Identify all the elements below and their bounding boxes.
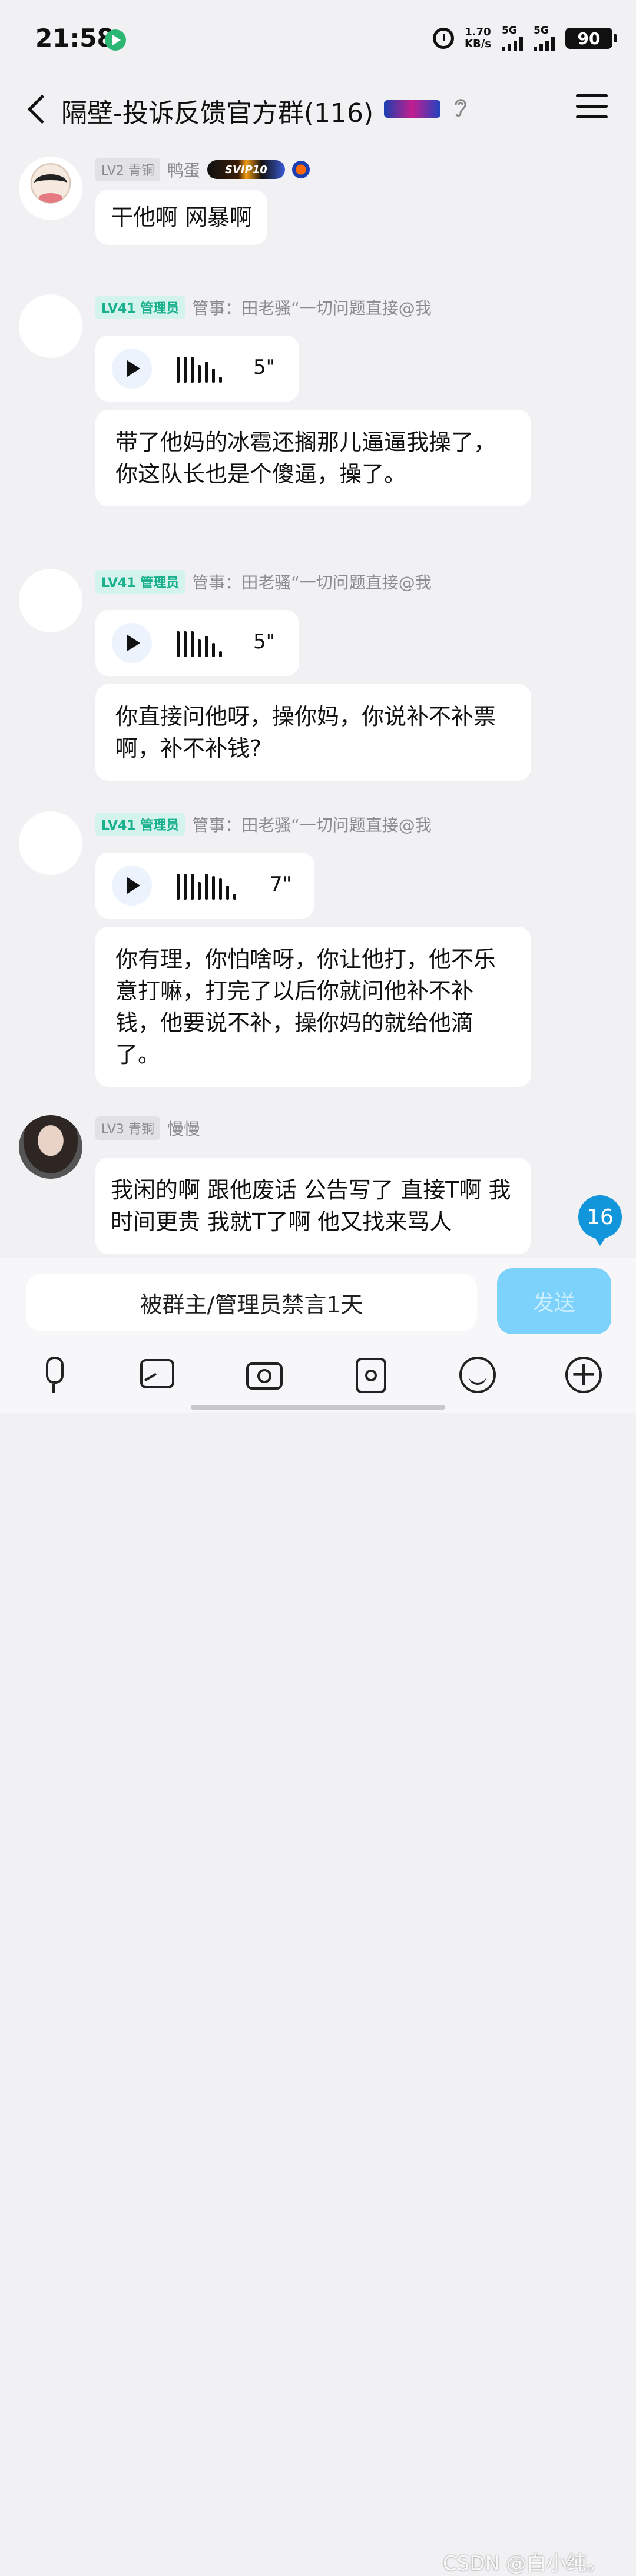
svip-badge: SVIP10 <box>207 160 285 179</box>
voice-message[interactable]: 5" <box>95 336 299 402</box>
waveform-icon <box>177 874 236 900</box>
sender-name[interactable]: 管事：田老骚“一切问题直接@我 <box>192 296 432 319</box>
status-time: 21:58 <box>35 24 114 52</box>
avatar[interactable] <box>19 1115 82 1179</box>
chat-header: 隔壁-投诉反馈官方群(116) <box>0 77 636 138</box>
group-tag-badge <box>384 100 440 118</box>
network-speed: 1.70 KB/s <box>465 26 491 50</box>
signal-bars-icon <box>502 36 523 51</box>
voice-duration: 7" <box>270 873 292 896</box>
sender-name[interactable]: 鸭蛋 <box>167 158 200 181</box>
group-title[interactable]: 隔壁-投诉反馈官方群(116) <box>61 92 373 130</box>
signal-sim2: 5G <box>534 25 555 51</box>
sender-info: LV3 青铜 慢慢 <box>95 1115 200 1141</box>
voice-message[interactable]: 5" <box>95 610 299 676</box>
avatar[interactable] <box>19 157 82 220</box>
alarm-icon <box>433 28 455 49</box>
message-list[interactable]: LV2 青铜 鸭蛋 SVIP10 干他啊 网暴啊 LV41 管理员 管事：田老骚… <box>0 138 636 1258</box>
level-tag: LV3 青铜 <box>95 1116 160 1140</box>
text-bubble[interactable]: 干他啊 网暴啊 <box>95 190 268 245</box>
battery-indicator: 90 <box>565 28 617 49</box>
sender-info: LV41 管理员 管事：田老骚“一切问题直接@我 <box>95 569 432 595</box>
voice-duration: 5" <box>253 630 276 654</box>
home-indicator[interactable] <box>191 1405 445 1410</box>
watermark: CSDN @白小纯。 <box>443 2552 607 2575</box>
red-packet-icon[interactable] <box>351 1354 392 1395</box>
video-app-icon <box>105 29 126 51</box>
microphone-icon[interactable] <box>33 1354 74 1395</box>
unread-count-badge[interactable]: 16 <box>578 1195 622 1246</box>
play-icon[interactable] <box>112 623 152 663</box>
text-bubble[interactable]: 我闲的啊 跟他废话 公告写了 直接T啊 我时间更贵 我就T了啊 他又找来骂人 <box>95 1158 531 1254</box>
admin-level-tag: LV41 管理员 <box>95 296 186 319</box>
network-speed-value: 1.70 <box>465 26 491 38</box>
input-toolbar <box>0 1351 636 1400</box>
sim2-label: 5G <box>534 25 549 37</box>
sim1-label: 5G <box>502 25 517 37</box>
text-bubble[interactable]: 你直接问他呀，操你妈，你说补不补票啊，补不补钱? <box>95 684 531 781</box>
text-bubble[interactable]: 带了他妈的冰雹还搁那儿逼逼我操了，你这队长也是个傻逼，操了。 <box>95 410 531 506</box>
avatar[interactable] <box>19 294 82 358</box>
waveform-icon <box>177 357 222 383</box>
input-bar: 被群主/管理员禁言1天 发送 CSDN @白小纯。 <box>0 1258 636 2575</box>
play-icon[interactable] <box>112 349 152 389</box>
sender-name[interactable]: 管事：田老骚“一切问题直接@我 <box>192 813 432 836</box>
voice-duration: 5" <box>253 356 276 379</box>
avatar[interactable] <box>19 811 82 875</box>
play-icon[interactable] <box>112 866 152 906</box>
sender-info: LV41 管理员 管事：田老骚“一切问题直接@我 <box>95 811 432 837</box>
ear-icon[interactable] <box>451 95 469 119</box>
signal-bars-icon <box>534 36 555 51</box>
text-bubble[interactable]: 你有理，你怕啥呀，你让他打，他不乐意打嘛，打完了以后你就问他补不补钱，他要说不补… <box>95 927 531 1087</box>
send-button[interactable]: 发送 <box>497 1268 611 1334</box>
image-icon[interactable] <box>138 1354 179 1395</box>
admin-level-tag: LV41 管理员 <box>95 570 186 594</box>
status-bar: 21:58 1.70 KB/s 5G 5G 90 <box>0 0 636 77</box>
status-indicators: 1.70 KB/s 5G 5G 90 <box>433 24 617 53</box>
avatar[interactable] <box>19 569 82 632</box>
emoji-icon[interactable] <box>457 1354 498 1395</box>
back-arrow-icon[interactable] <box>24 89 53 125</box>
network-speed-unit: KB/s <box>465 38 491 50</box>
sender-name[interactable]: 管事：田老骚“一切问题直接@我 <box>192 570 432 594</box>
sender-info: LV41 管理员 管事：田老骚“一切问题直接@我 <box>95 294 432 320</box>
sender-info: LV2 青铜 鸭蛋 SVIP10 <box>95 157 310 183</box>
signal-sim1: 5G <box>502 25 523 51</box>
camera-icon[interactable] <box>244 1354 285 1395</box>
admin-level-tag: LV41 管理员 <box>95 813 186 836</box>
menu-icon[interactable] <box>576 94 608 121</box>
plus-icon[interactable] <box>563 1354 604 1395</box>
waveform-icon <box>177 631 222 657</box>
voice-message[interactable]: 7" <box>95 853 314 919</box>
muted-input-field: 被群主/管理员禁言1天 <box>26 1274 477 1331</box>
level-tag: LV2 青铜 <box>95 158 160 181</box>
sender-name[interactable]: 慢慢 <box>167 1116 200 1140</box>
gem-badge-icon <box>292 161 310 178</box>
